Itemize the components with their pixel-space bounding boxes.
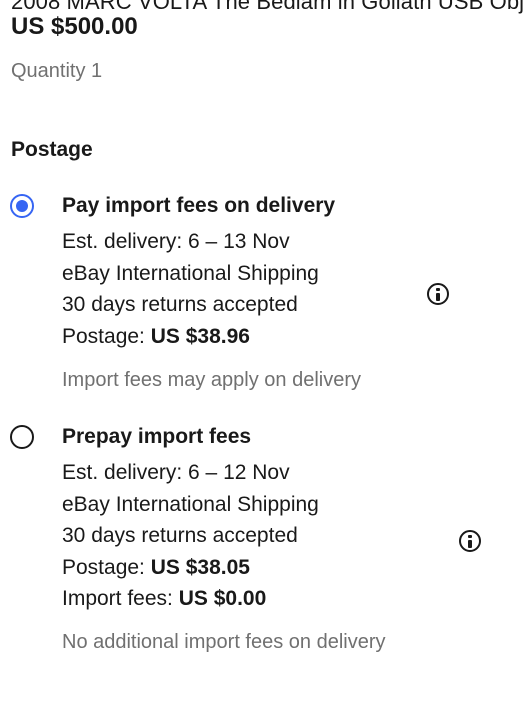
import-note: Import fees may apply on delivery [62,369,362,391]
postage-section-title: Postage [11,138,93,161]
shipping-method: eBay International Shipping [62,493,319,516]
returns-policy: 30 days returns accepted [62,293,298,316]
import-fees-cost: Import fees: US $0.00 [62,587,266,611]
radio-selected-icon[interactable] [10,194,34,218]
postage-cost: Postage: US $38.96 [62,325,250,349]
import-note: No additional import fees on delivery [62,631,386,653]
estimated-delivery: Est. delivery: 6 – 13 Nov [62,230,290,253]
option-title: Prepay import fees [62,425,252,448]
import-fees-value: US $0.00 [178,587,267,610]
postage-cost: Postage: US $38.05 [62,556,250,580]
postage-value: US $38.96 [150,325,250,348]
shipping-method: eBay International Shipping [62,262,319,285]
radio-unselected-icon[interactable] [10,425,34,449]
item-price: US $500.00 [11,13,138,40]
postage-label: Postage: [62,325,145,348]
returns-policy: 30 days returns accepted [62,524,298,547]
import-fees-label: Import fees: [62,587,173,610]
option-title: Pay import fees on delivery [62,194,336,217]
quantity-label: Quantity 1 [11,60,103,82]
postage-value: US $38.05 [150,556,250,579]
estimated-delivery: Est. delivery: 6 – 12 Nov [62,461,290,484]
postage-label: Postage: [62,556,145,579]
info-icon[interactable] [459,530,481,552]
info-icon[interactable] [427,283,449,305]
